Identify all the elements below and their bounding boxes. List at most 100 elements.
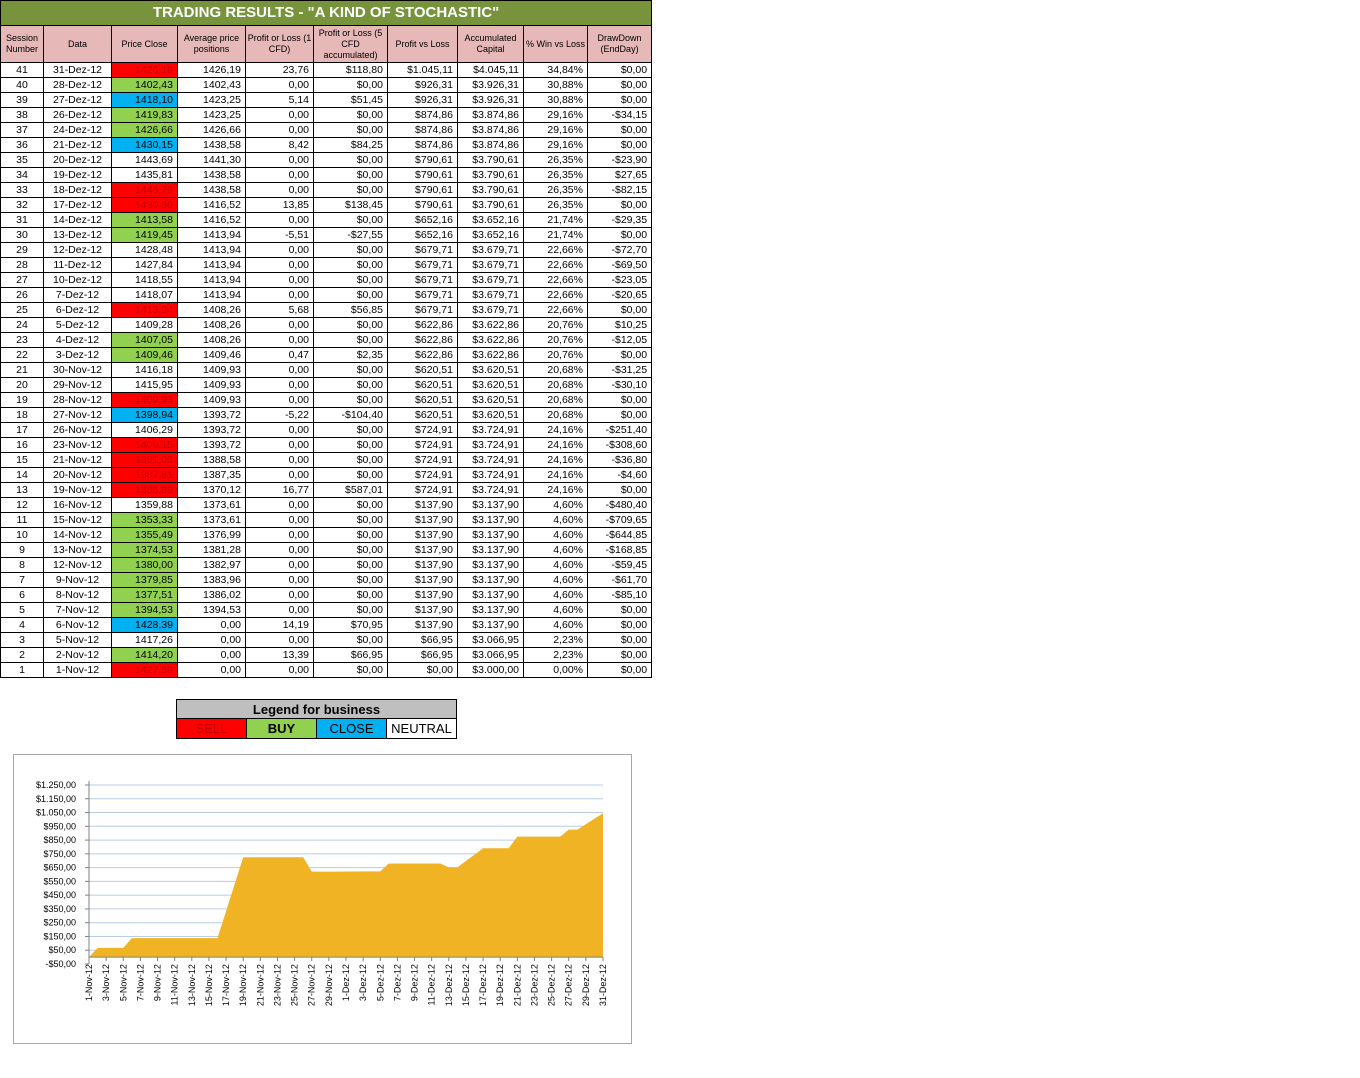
cell-session-number: 6 — [0, 587, 44, 603]
cell-win-vs-loss: 29,16% — [523, 122, 588, 138]
cell-profit-loss-1cfd: 0,00 — [245, 242, 314, 258]
cell-profit-vs-loss: $679,71 — [387, 272, 458, 288]
header-row: Session Number Data Price Close Average pri… — [0, 25, 653, 63]
cell-win-vs-loss: 24,16% — [523, 437, 588, 453]
table-body: 41 31-Dez-12 1426,19 1426,19 23,76 $118,80 $1.… — [0, 62, 653, 678]
cell-win-vs-loss: 4,60% — [523, 497, 588, 513]
cell-accumulated-capital: $3.874,86 — [457, 122, 524, 138]
cell-win-vs-loss: 26,35% — [523, 152, 588, 168]
cell-average-price: 1409,93 — [177, 392, 246, 408]
cell-profit-loss-5cfd: $0,00 — [313, 377, 388, 393]
cell-price-close: 1413,58 — [111, 212, 178, 228]
cell-drawdown: -$23,90 — [586, 152, 653, 168]
cell-profit-loss-1cfd: 8,42 — [245, 137, 314, 153]
cell-profit-vs-loss: $679,71 — [387, 302, 458, 318]
cell-win-vs-loss: 24,16% — [523, 422, 588, 438]
cell-accumulated-capital: $3.137,90 — [457, 497, 524, 513]
cell-average-price: 1441,30 — [177, 152, 246, 168]
cell-profit-vs-loss: $874,86 — [387, 107, 458, 123]
cell-price-close: 1426,66 — [111, 122, 178, 138]
cell-drawdown: -$29,35 — [586, 212, 653, 228]
cell-win-vs-loss: 4,60% — [523, 512, 588, 528]
cell-average-price: 1383,96 — [177, 572, 246, 588]
cell-drawdown: $0,00 — [586, 197, 653, 213]
cell-accumulated-capital: $3.790,61 — [457, 167, 524, 183]
cell-profit-loss-1cfd: 0,00 — [245, 317, 314, 333]
cell-date: 20-Dez-12 — [43, 152, 112, 168]
y-tick-label: $50,00 — [48, 945, 76, 955]
cell-date: 18-Dez-12 — [43, 182, 112, 198]
cell-drawdown: -$82,15 — [586, 182, 653, 198]
cell-win-vs-loss: 0,00% — [523, 662, 588, 678]
cell-price-close: 1391,03 — [111, 452, 178, 468]
cell-date: 14-Dez-12 — [43, 212, 112, 228]
cell-win-vs-loss: 26,35% — [523, 167, 588, 183]
table-row: 32 17-Dez-12 1430,36 1416,52 13,85 $138,45 $79… — [0, 197, 653, 213]
cell-win-vs-loss: 24,16% — [523, 452, 588, 468]
cell-average-price: 1393,72 — [177, 437, 246, 453]
cell-accumulated-capital: $3.790,61 — [457, 197, 524, 213]
cell-session-number: 34 — [0, 167, 44, 183]
cell-profit-vs-loss: $679,71 — [387, 242, 458, 258]
cell-profit-loss-5cfd: $0,00 — [313, 272, 388, 288]
cell-session-number: 33 — [0, 182, 44, 198]
cell-session-number: 8 — [0, 557, 44, 573]
x-tick-label: 27-Dez-12 — [564, 964, 574, 1006]
cell-profit-loss-5cfd: $0,00 — [313, 557, 388, 573]
cell-price-close: 1387,81 — [111, 467, 178, 483]
cell-win-vs-loss: 2,23% — [523, 632, 588, 648]
table-row: 11 15-Nov-12 1353,33 1373,61 0,00 $0,00 $137,9… — [0, 512, 653, 528]
cell-average-price: 1388,58 — [177, 452, 246, 468]
cell-profit-loss-5cfd: $0,00 — [313, 512, 388, 528]
cell-profit-loss-5cfd: $587,01 — [313, 482, 388, 498]
y-tick-label: -$50,00 — [45, 959, 76, 969]
table-row: 22 3-Dez-12 1409,46 1409,46 0,47 $2,35 $622,86… — [0, 347, 653, 363]
cell-profit-vs-loss: $790,61 — [387, 167, 458, 183]
cell-session-number: 21 — [0, 362, 44, 378]
x-tick-label: 23-Dez-12 — [529, 964, 539, 1006]
y-tick-label: $350,00 — [43, 904, 76, 914]
x-tick-label: 29-Dez-12 — [581, 964, 591, 1006]
cell-session-number: 11 — [0, 512, 44, 528]
cell-date: 3-Dez-12 — [43, 347, 112, 363]
x-tick-label: 19-Nov-12 — [238, 964, 248, 1006]
cell-price-close: 1406,29 — [111, 422, 178, 438]
cell-win-vs-loss: 20,68% — [523, 362, 588, 378]
cell-date: 2-Nov-12 — [43, 647, 112, 663]
table-row: 40 28-Dez-12 1402,43 1402,43 0,00 $0,00 $926,3… — [0, 77, 653, 93]
cell-profit-loss-1cfd: 0,00 — [245, 587, 314, 603]
header-profit-loss-1cfd: Profit or Loss (1 CFD) — [245, 25, 314, 63]
cell-drawdown: -$72,70 — [586, 242, 653, 258]
cell-win-vs-loss: 34,84% — [523, 62, 588, 78]
cell-profit-vs-loss: $622,86 — [387, 332, 458, 348]
cell-profit-loss-5cfd: $0,00 — [313, 257, 388, 273]
cell-date: 12-Nov-12 — [43, 557, 112, 573]
cell-drawdown: $27,65 — [586, 167, 653, 183]
header-date: Data — [43, 25, 112, 63]
cell-drawdown: $0,00 — [586, 227, 653, 243]
cell-drawdown: $0,00 — [586, 632, 653, 648]
cell-profit-loss-1cfd: 0,00 — [245, 212, 314, 228]
cell-profit-loss-1cfd: 0,00 — [245, 107, 314, 123]
cell-profit-loss-1cfd: 0,00 — [245, 422, 314, 438]
cell-price-close: 1409,28 — [111, 317, 178, 333]
header-win-vs-loss: % Win vs Loss — [523, 25, 588, 63]
cell-session-number: 2 — [0, 647, 44, 663]
cell-profit-loss-5cfd: $0,00 — [313, 107, 388, 123]
cell-win-vs-loss: 20,68% — [523, 392, 588, 408]
cell-session-number: 3 — [0, 632, 44, 648]
cell-profit-vs-loss: $66,95 — [387, 632, 458, 648]
cell-profit-vs-loss: $1.045,11 — [387, 62, 458, 78]
cell-profit-loss-1cfd: 0,00 — [245, 632, 314, 648]
table-row: 23 4-Dez-12 1407,05 1408,26 0,00 $0,00 $622,86… — [0, 332, 653, 348]
table-row: 20 29-Nov-12 1415,95 1409,93 0,00 $0,00 $620,5… — [0, 377, 653, 393]
cell-profit-vs-loss: $724,91 — [387, 467, 458, 483]
y-tick-label: $450,00 — [43, 890, 76, 900]
cell-average-price: 1370,12 — [177, 482, 246, 498]
cell-accumulated-capital: $3.679,71 — [457, 272, 524, 288]
cell-profit-loss-5cfd: $118,80 — [313, 62, 388, 78]
cell-average-price: 1426,66 — [177, 122, 246, 138]
cell-drawdown: -$31,25 — [586, 362, 653, 378]
cell-profit-vs-loss: $66,95 — [387, 647, 458, 663]
cell-profit-vs-loss: $620,51 — [387, 377, 458, 393]
